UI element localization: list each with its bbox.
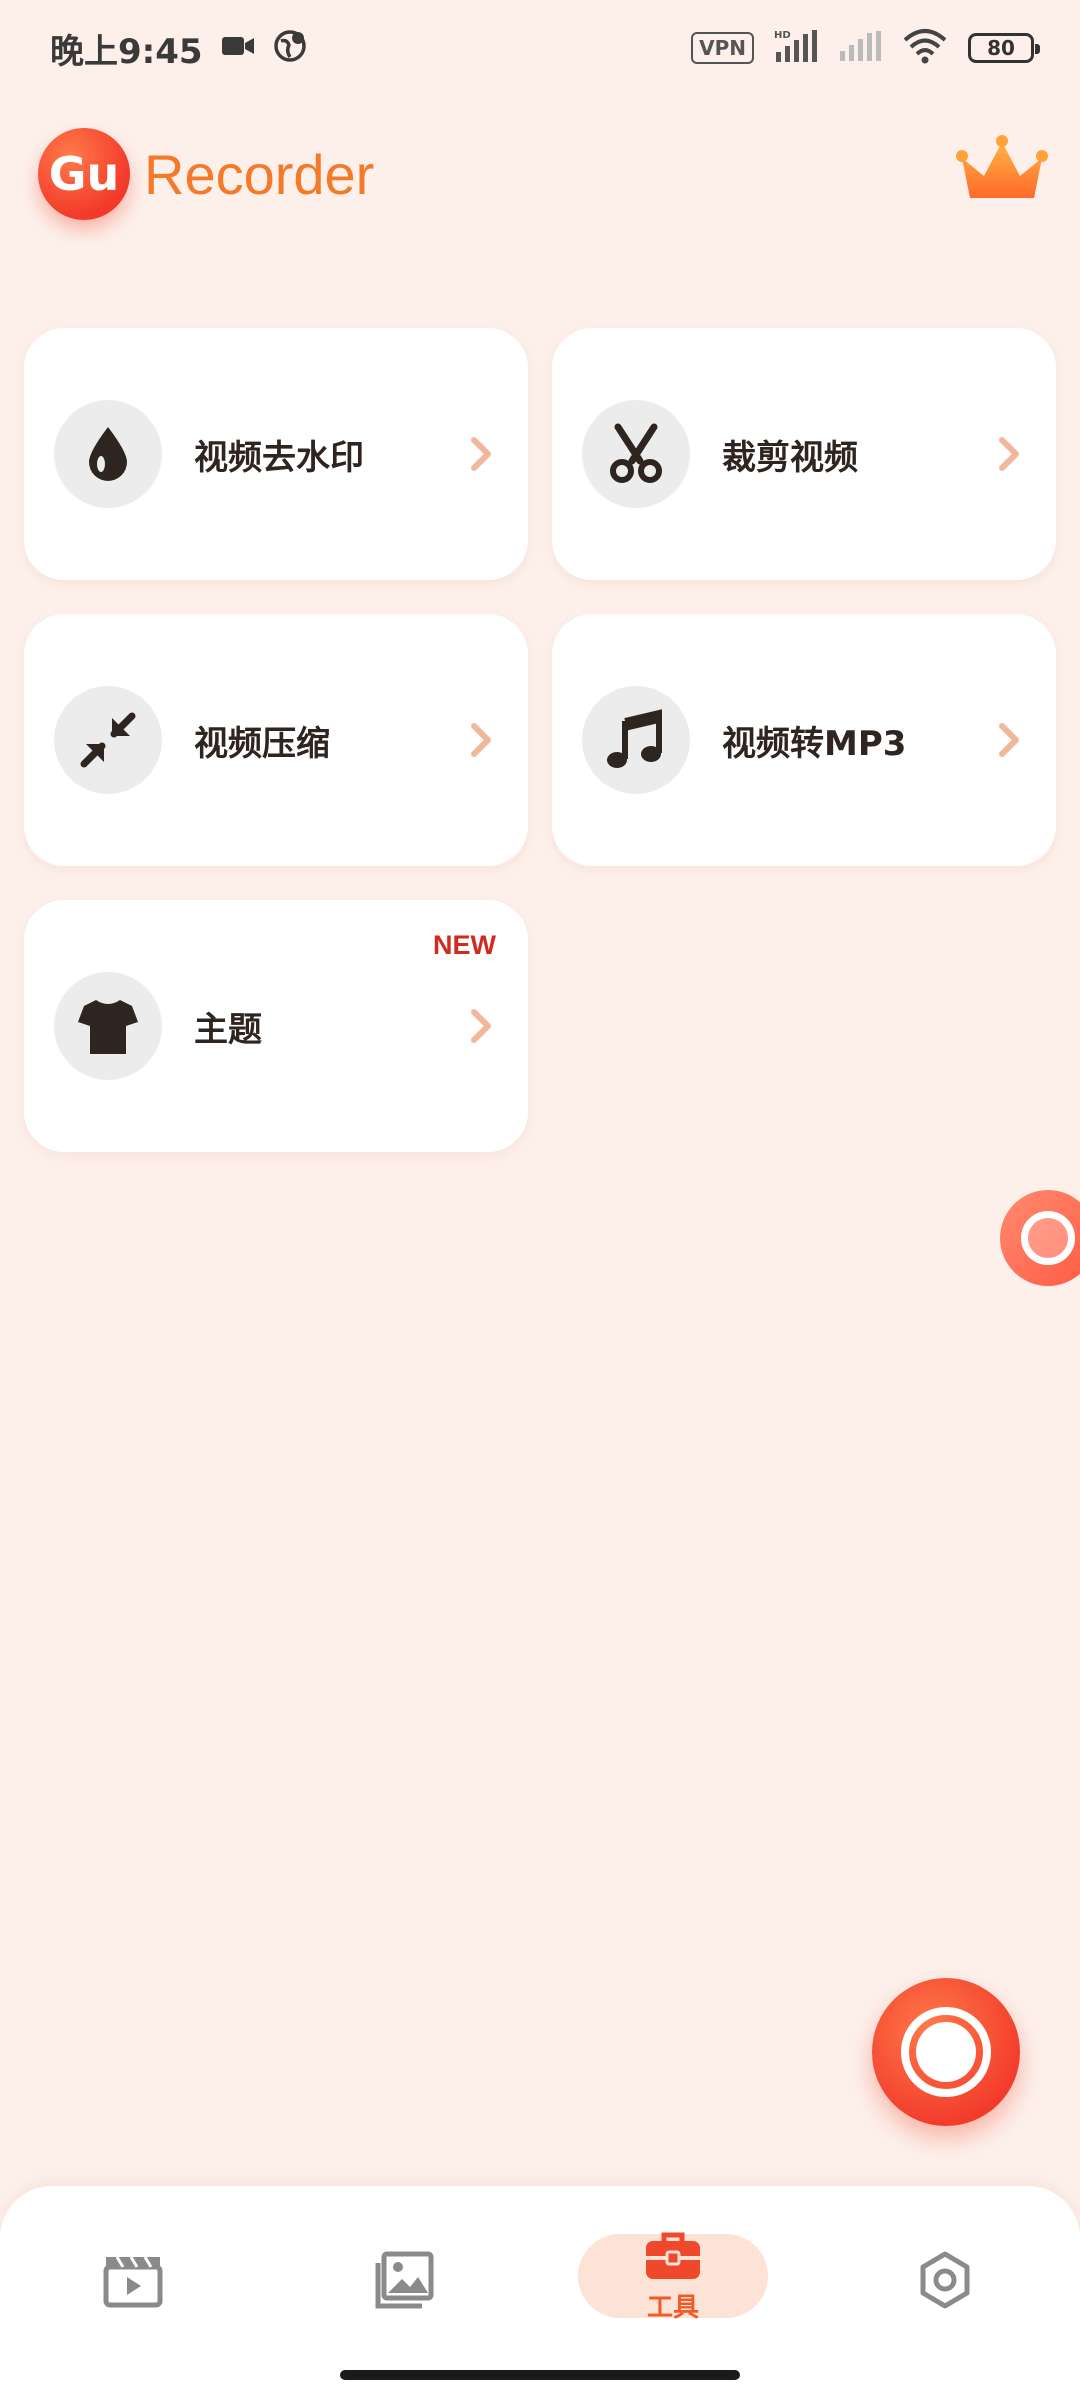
- floating-record-bubble[interactable]: [1000, 1190, 1080, 1286]
- svg-text:HD: HD: [774, 30, 791, 41]
- app-name: Recorder: [144, 142, 375, 206]
- chevron-right-icon: [471, 437, 491, 471]
- brand: Gu Recorder: [38, 128, 374, 220]
- cell-signal-weak-icon: [838, 29, 882, 67]
- nav-item-tools[interactable]: 工具: [578, 2210, 768, 2350]
- status-time: 晚上9:45: [50, 31, 203, 72]
- tool-card-video-to-mp3[interactable]: 视频转MP3: [552, 614, 1056, 866]
- tool-label: 视频去水印: [194, 437, 364, 478]
- cell-signal-icon: HD: [774, 28, 818, 68]
- status-left: 晚上9:45: [50, 24, 307, 73]
- tshirt-icon: [54, 972, 162, 1080]
- record-icon: [901, 2007, 991, 2097]
- tool-card-theme[interactable]: NEW 主题: [24, 900, 528, 1152]
- record-ring-icon: [1021, 1211, 1075, 1265]
- record-button[interactable]: [872, 1978, 1020, 2126]
- chevron-right-icon: [471, 723, 491, 757]
- new-badge: NEW: [433, 930, 496, 960]
- status-bar: 晚上9:45 VPN HD 80: [0, 0, 1080, 96]
- vpn-badge: VPN: [691, 32, 754, 64]
- nav-item-settings[interactable]: [850, 2210, 1040, 2350]
- wifi-icon: [902, 28, 948, 68]
- compress-icon: [54, 686, 162, 794]
- vpn-globe-icon: [273, 29, 307, 67]
- chevron-right-icon: [999, 723, 1019, 757]
- settings-icon: [920, 2251, 970, 2309]
- bottom-navigation: 工具: [0, 2186, 1080, 2400]
- tool-card-compress-video[interactable]: 视频压缩: [24, 614, 528, 866]
- battery-indicator: 80: [968, 33, 1040, 63]
- water-drop-icon: [54, 400, 162, 508]
- tool-label: 裁剪视频: [722, 437, 858, 478]
- video-camera-icon: [221, 33, 255, 63]
- video-clapper-icon: [103, 2256, 163, 2308]
- status-right: VPN HD 80: [691, 28, 1040, 68]
- home-indicator[interactable]: [340, 2370, 740, 2380]
- tool-label: 视频压缩: [194, 723, 330, 764]
- scissors-icon: [582, 400, 690, 508]
- tool-label: 视频转MP3: [722, 723, 907, 764]
- crown-icon[interactable]: [954, 132, 1050, 216]
- tool-label: 主题: [194, 1009, 262, 1050]
- chevron-right-icon: [999, 437, 1019, 471]
- music-note-icon: [582, 686, 690, 794]
- nav-item-gallery[interactable]: [309, 2210, 499, 2350]
- app-header: Gu Recorder: [38, 124, 1050, 224]
- gallery-icon: [375, 2251, 434, 2309]
- toolbox-icon: [646, 2232, 700, 2279]
- chevron-right-icon: [471, 1009, 491, 1043]
- tool-card-remove-watermark[interactable]: 视频去水印: [24, 328, 528, 580]
- nav-item-videos[interactable]: [38, 2210, 228, 2350]
- nav-label-tools: 工具: [646, 2292, 699, 2323]
- tool-card-crop-video[interactable]: 裁剪视频: [552, 328, 1056, 580]
- app-logo: Gu: [38, 128, 130, 220]
